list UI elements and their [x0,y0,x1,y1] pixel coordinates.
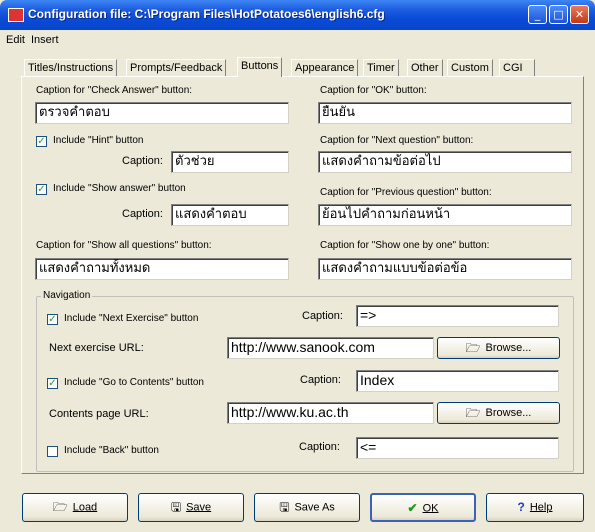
folder-open-icon: 🗁 [465,341,481,356]
close-button[interactable]: ✕ [570,5,589,24]
folder-open-icon: 🗁 [52,500,68,514]
contents-browse-button[interactable]: 🗁 Browse... [437,402,560,424]
back-checkbox-label: Include "Back" button [64,445,159,456]
next-exercise-checkbox[interactable]: ✓ [47,314,58,325]
back-caption-label: Caption: [299,441,340,453]
menu-insert[interactable]: Insert [31,34,59,46]
hint-caption-input[interactable]: ตัวช่วย [171,151,289,173]
contents-checkbox[interactable]: ✓ [47,378,58,389]
menu-edit[interactable]: Edit [6,34,25,46]
help-button[interactable]: ? Help [486,493,584,522]
show-one-input[interactable]: แสดงคำถามแบบข้อต่อข้อ [318,258,572,280]
checkmark-icon: ✓ [48,314,57,325]
maximize-button[interactable]: □ [549,5,568,24]
check-answer-input[interactable]: ตรวจคำตอบ [35,102,289,124]
contents-url-input[interactable]: http://www.ku.ac.th [227,402,434,424]
next-exercise-caption-input[interactable]: => [356,305,559,327]
next-exercise-url-input[interactable]: http://www.sanook.com [227,337,434,359]
help-label: Help [529,501,553,514]
app-icon [8,8,24,22]
title-bar[interactable]: Configuration file: C:\Program Files\Hot… [0,0,595,30]
previous-question-label: Caption for "Previous question" button: [320,187,492,198]
show-answer-checkbox[interactable]: ✓ [36,184,47,195]
checkmark-icon: ✔ [407,501,418,515]
tab-timer[interactable]: Timer [363,59,399,76]
floppy-disk-icon: 🖫 [170,500,182,514]
ok-label: Caption for "OK" button: [320,85,427,96]
folder-open-icon: 🗁 [465,406,481,421]
checkmark-icon: ✓ [48,378,57,389]
check-answer-label: Caption for "Check Answer" button: [36,85,193,96]
hint-caption-label: Caption: [122,155,163,167]
tab-titles-instructions[interactable]: Titles/Instructions [24,59,118,76]
navigation-group-label: Navigation [41,290,93,301]
configuration-window: Configuration file: C:\Program Files\Hot… [0,0,595,532]
minimize-button[interactable]: _ [528,5,547,24]
checkmark-icon: ✓ [37,136,46,147]
contents-checkbox-label: Include "Go to Contents" button [64,377,204,388]
browse-label: Browse... [485,342,532,354]
tab-other[interactable]: Other [407,59,443,76]
contents-caption-label: Caption: [300,374,341,386]
next-question-label: Caption for "Next question" button: [320,135,474,146]
show-answer-caption-input[interactable]: แสดงคำตอบ [171,204,289,226]
show-one-label: Caption for "Show one by one" button: [320,240,490,251]
tab-cgi[interactable]: CGI [499,59,535,76]
tab-buttons[interactable]: Buttons [237,57,283,77]
back-checkbox[interactable] [47,446,58,457]
menu-bar: Edit Insert [0,30,595,50]
next-exercise-browse-button[interactable]: 🗁 Browse... [437,337,560,359]
ok-input[interactable]: ยืนยัน [318,102,572,124]
ok-button[interactable]: ✔ OK [370,493,476,522]
question-mark-icon: ? [517,500,525,514]
browse-label: Browse... [485,407,532,419]
back-caption-input[interactable]: <= [356,437,559,459]
tab-prompts-feedback[interactable]: Prompts/Feedback [126,59,227,76]
hint-checkbox-label: Include "Hint" button [53,135,144,146]
show-all-label: Caption for "Show all questions" button: [36,240,212,251]
save-button[interactable]: 🖫 Save [138,493,244,522]
tab-custom[interactable]: Custom [447,59,493,76]
save-as-button[interactable]: 🖫 Save As [254,493,360,522]
next-exercise-caption-label: Caption: [302,310,343,322]
contents-caption-input[interactable]: Index [356,370,559,392]
next-exercise-url-label: Next exercise URL: [49,342,144,354]
previous-question-input[interactable]: ย้อนไปคำถามก่อนหน้า [318,204,572,226]
hint-checkbox[interactable]: ✓ [36,136,47,147]
show-answer-caption-label: Caption: [122,208,163,220]
save-as-label: Save As [294,501,335,514]
tab-appearance[interactable]: Appearance [291,59,359,76]
load-label: Load [72,501,98,514]
save-label: Save [186,501,212,514]
ok-label: OK [422,502,439,515]
checkmark-icon: ✓ [37,184,46,195]
contents-url-label: Contents page URL: [49,408,149,420]
floppy-disk-icon: 🖫 [279,500,290,514]
show-answer-checkbox-label: Include "Show answer" button [53,183,186,194]
next-question-input[interactable]: แสดงคำถามข้อต่อไป [318,151,572,173]
window-title: Configuration file: C:\Program Files\Hot… [28,7,385,21]
next-exercise-checkbox-label: Include "Next Exercise" button [64,313,199,324]
load-button[interactable]: 🗁 Load [22,493,128,522]
show-all-input[interactable]: แสดงคำถามทั้งหมด [35,258,289,280]
